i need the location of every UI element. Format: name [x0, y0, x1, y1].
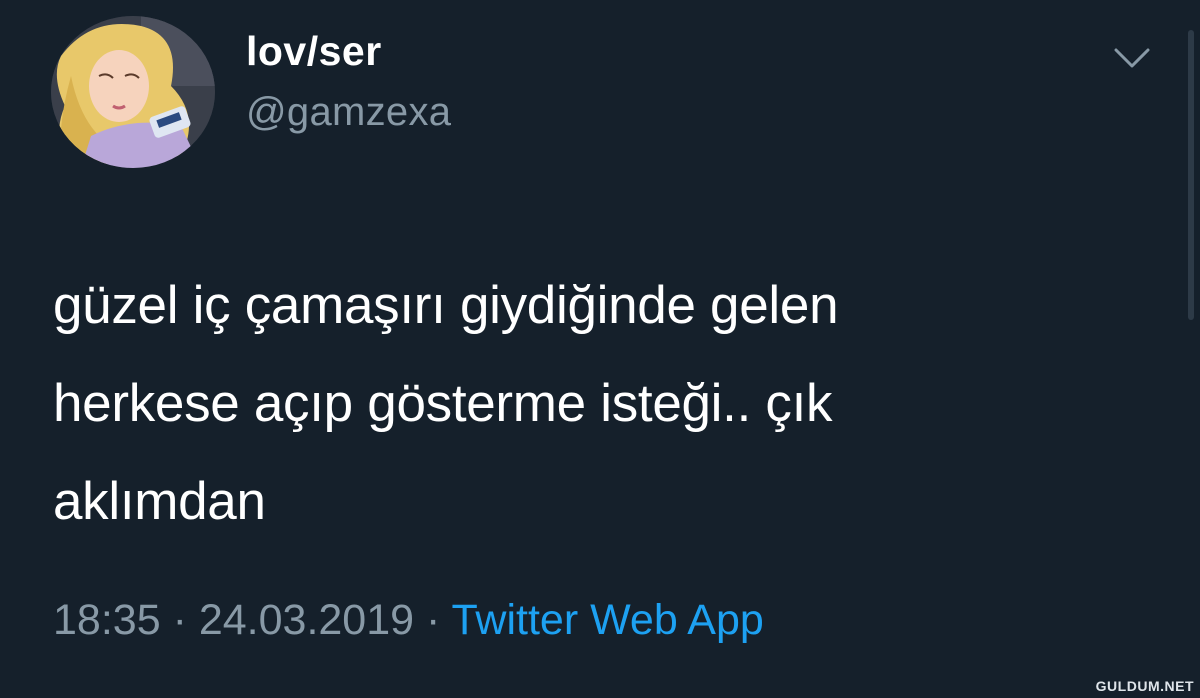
scrollbar[interactable] — [1188, 30, 1194, 320]
tweet-source-link[interactable]: Twitter Web App — [452, 596, 764, 644]
chevron-down-icon[interactable] — [1112, 44, 1152, 72]
meta-separator: · — [426, 596, 441, 644]
avatar-illustration — [51, 16, 215, 168]
tweet-time[interactable]: 18:35 — [53, 596, 161, 644]
tweet-text: güzel iç çamaşırı giydiğinde gelen herke… — [53, 276, 839, 531]
tweet-date[interactable]: 24.03.2019 — [199, 596, 414, 644]
tweet-meta: 18:35 · 24.03.2019 · Twitter Web App — [53, 596, 764, 645]
avatar[interactable] — [51, 16, 215, 168]
user-handle[interactable]: @gamzexa — [246, 90, 451, 135]
display-name[interactable]: lov/ser — [246, 28, 382, 75]
watermark: GULDUM.NET — [1095, 678, 1194, 694]
tweet-card: lov/ser @gamzexa güzel iç çamaşırı giydi… — [0, 0, 1200, 698]
meta-separator: · — [172, 596, 187, 644]
